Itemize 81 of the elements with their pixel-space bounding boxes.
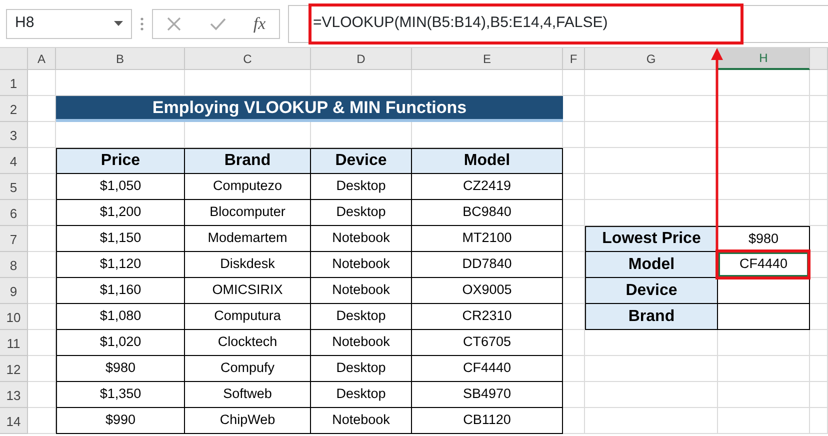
- table-cell: CT6705: [412, 330, 563, 356]
- row-header[interactable]: 12: [0, 356, 28, 382]
- table-cell: CZ2419: [412, 174, 563, 200]
- row-header[interactable]: 5: [0, 174, 28, 200]
- row-header[interactable]: 14: [0, 408, 28, 434]
- column-header[interactable]: F: [563, 48, 585, 70]
- column-header[interactable]: C: [185, 48, 311, 70]
- row-header[interactable]: 11: [0, 330, 28, 356]
- grip-icon: [140, 16, 144, 30]
- column-header[interactable]: A: [28, 48, 56, 70]
- table-cell: Diskdesk: [185, 252, 311, 278]
- table-cell: $1,080: [56, 304, 185, 330]
- table-cell: OX9005: [412, 278, 563, 304]
- row-header[interactable]: 9: [0, 278, 28, 304]
- table-cell: $1,050: [56, 174, 185, 200]
- dropdown-caret-icon: [114, 20, 123, 26]
- column-heading: Price: [56, 148, 185, 174]
- row-header[interactable]: 4: [0, 148, 28, 174]
- table-cell: Modemartem: [185, 226, 311, 252]
- table-cell: SB4970: [412, 382, 563, 408]
- row-header[interactable]: 6: [0, 200, 28, 226]
- table-cell: Desktop: [311, 382, 412, 408]
- table-cell: $1,020: [56, 330, 185, 356]
- row-header[interactable]: 1: [0, 70, 28, 96]
- table-cell: $980: [56, 356, 185, 382]
- table-cell: DD7840: [412, 252, 563, 278]
- row-header[interactable]: 3: [0, 122, 28, 148]
- row-label: Model: [585, 252, 718, 278]
- table-cell: Notebook: [311, 330, 412, 356]
- table-cell: $980: [718, 226, 810, 252]
- table-cell: Clocktech: [185, 330, 311, 356]
- row-header[interactable]: 13: [0, 382, 28, 408]
- formula-field[interactable]: =VLOOKUP(MIN(B5:B14),B5:E14,4,FALSE): [288, 4, 828, 42]
- column-header[interactable]: E: [412, 48, 563, 70]
- sheet-title: Employing VLOOKUP & MIN Functions: [56, 96, 563, 122]
- table-cell: $1,120: [56, 252, 185, 278]
- table-cell: Computura: [185, 304, 311, 330]
- column-heading: Model: [412, 148, 563, 174]
- row-header[interactable]: 2: [0, 96, 28, 122]
- row-label: Brand: [585, 304, 718, 330]
- table-cell: $1,200: [56, 200, 185, 226]
- row-label: Device: [585, 278, 718, 304]
- name-box[interactable]: H8: [6, 8, 132, 38]
- table-cell: Computezo: [185, 174, 311, 200]
- select-all-button[interactable]: [0, 48, 28, 70]
- table-cell: Notebook: [311, 408, 412, 434]
- table-cell: $1,160: [56, 278, 185, 304]
- table-cell: $1,150: [56, 226, 185, 252]
- row-header[interactable]: 8: [0, 252, 28, 278]
- column-header[interactable]: D: [311, 48, 412, 70]
- row-label: Lowest Price: [585, 226, 718, 252]
- table-cell: Softweb: [185, 382, 311, 408]
- table-cell: CF4440: [412, 356, 563, 382]
- table-cell: ChipWeb: [185, 408, 311, 434]
- table-cell: Notebook: [311, 252, 412, 278]
- table-cell: BC9840: [412, 200, 563, 226]
- table-cell: Blocomputer: [185, 200, 311, 226]
- row-header[interactable]: 7: [0, 226, 28, 252]
- table-cell: Desktop: [311, 174, 412, 200]
- column-header[interactable]: B: [56, 48, 185, 70]
- enter-icon[interactable]: [208, 16, 227, 32]
- insert-function-button[interactable]: fx: [253, 10, 266, 36]
- table-cell: Desktop: [311, 356, 412, 382]
- column-heading: Brand: [185, 148, 311, 174]
- row-header[interactable]: 10: [0, 304, 28, 330]
- table-cell: MT2100: [412, 226, 563, 252]
- column-header[interactable]: G: [585, 48, 718, 70]
- table-cell: Desktop: [311, 304, 412, 330]
- column-header[interactable]: H: [718, 48, 810, 70]
- column-header[interactable]: [810, 48, 828, 70]
- table-cell: $990: [56, 408, 185, 434]
- table-cell: Desktop: [311, 200, 412, 226]
- table-cell: Compufy: [185, 356, 311, 382]
- column-heading: Device: [311, 148, 412, 174]
- table-cell: CB1120: [412, 408, 563, 434]
- cancel-icon[interactable]: [166, 16, 182, 32]
- table-cell: $1,350: [56, 382, 185, 408]
- table-cell: CR2310: [412, 304, 563, 330]
- table-cell: OMICSIRIX: [185, 278, 311, 304]
- table-cell: Notebook: [311, 226, 412, 252]
- table-cell: Notebook: [311, 278, 412, 304]
